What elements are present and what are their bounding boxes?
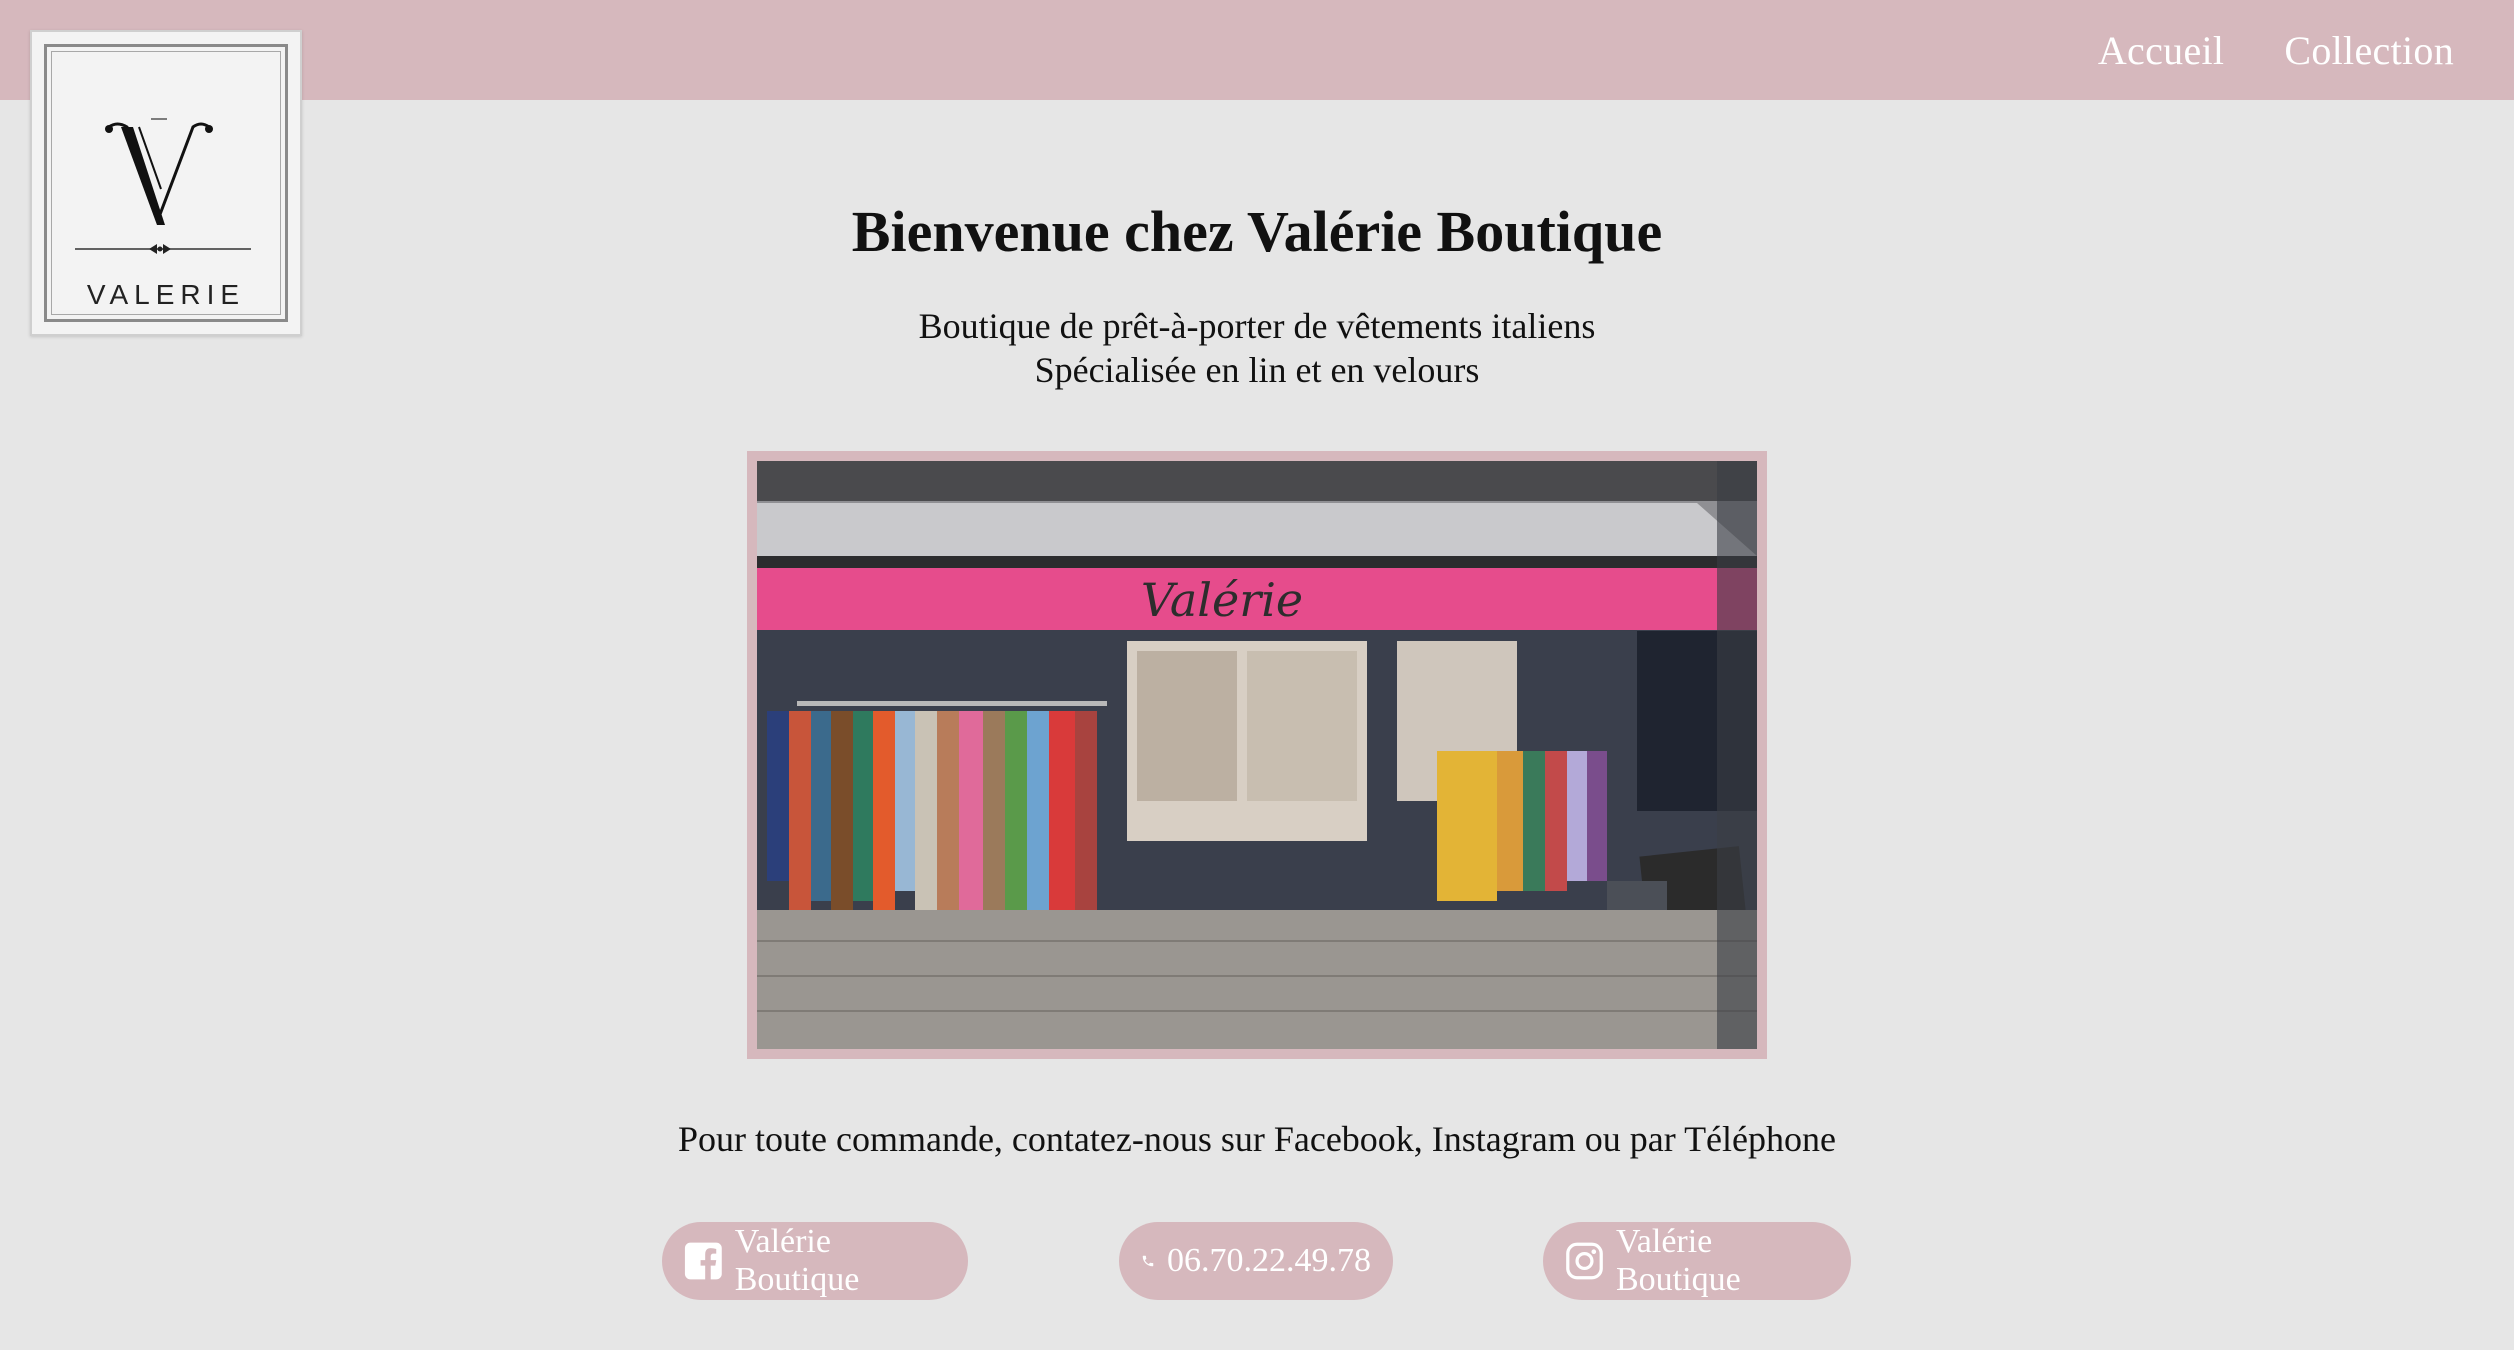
page-title: Bienvenue chez Valérie Boutique: [851, 199, 1663, 264]
storefront-photo: Valérie: [757, 461, 1757, 1049]
main-nav: Accueil Collection: [2098, 0, 2454, 100]
phone-button[interactable]: 06.70.22.49.78: [1119, 1222, 1393, 1300]
brand-logo[interactable]: VALERIE: [30, 30, 302, 336]
page-subtitle: Boutique de prêt-à-porter de vêtements i…: [0, 304, 2514, 392]
subtitle-line-1: Boutique de prêt-à-porter de vêtements i…: [918, 306, 1596, 346]
phone-icon: [1142, 1255, 1154, 1267]
facebook-button[interactable]: Valérie Boutique: [662, 1222, 968, 1300]
awning-text: Valérie: [1141, 573, 1303, 627]
nav-collection[interactable]: Collection: [2284, 27, 2454, 74]
storefront-photo-frame: Valérie: [747, 451, 1767, 1059]
logo-frame: VALERIE: [44, 44, 288, 322]
subtitle-line-2: Spécialisée en lin et en velours: [1034, 350, 1480, 390]
header-bar: Accueil Collection: [0, 0, 2514, 100]
facebook-label: Valérie Boutique: [734, 1223, 860, 1298]
contact-instructions: Pour toute commande, contatez-nous sur F…: [678, 1119, 1836, 1159]
facebook-icon: [684, 1242, 722, 1281]
phone-label: 06.70.22.49.78: [1167, 1242, 1371, 1279]
instagram-icon: [1566, 1242, 1603, 1280]
nav-accueil[interactable]: Accueil: [2098, 27, 2224, 74]
instagram-button[interactable]: Valérie Boutique: [1543, 1222, 1851, 1300]
instagram-label: Valérie Boutique: [1616, 1223, 1741, 1298]
